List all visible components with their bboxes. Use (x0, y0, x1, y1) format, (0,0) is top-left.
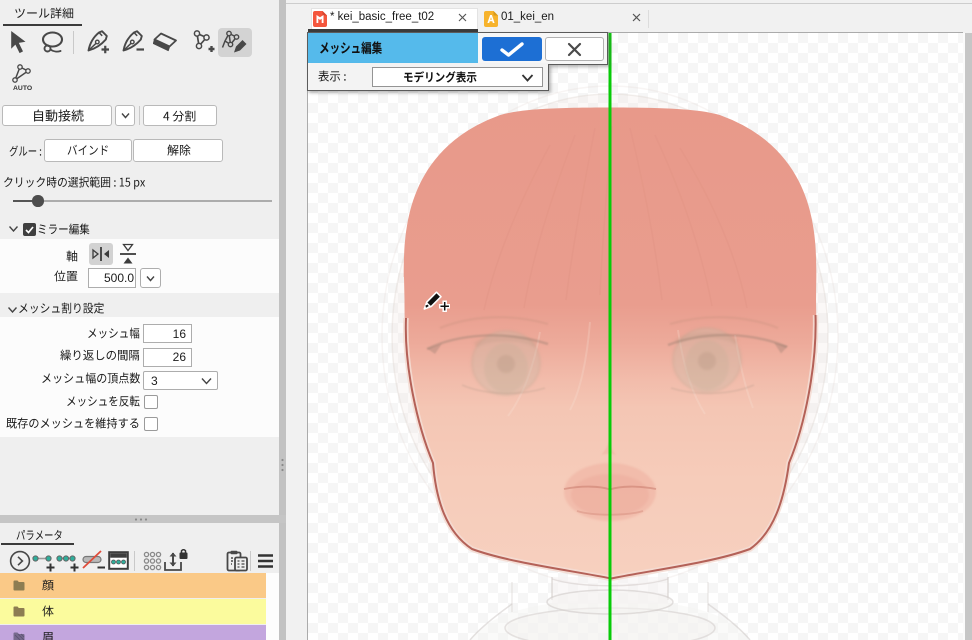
svg-text:AUTO: AUTO (13, 85, 32, 92)
